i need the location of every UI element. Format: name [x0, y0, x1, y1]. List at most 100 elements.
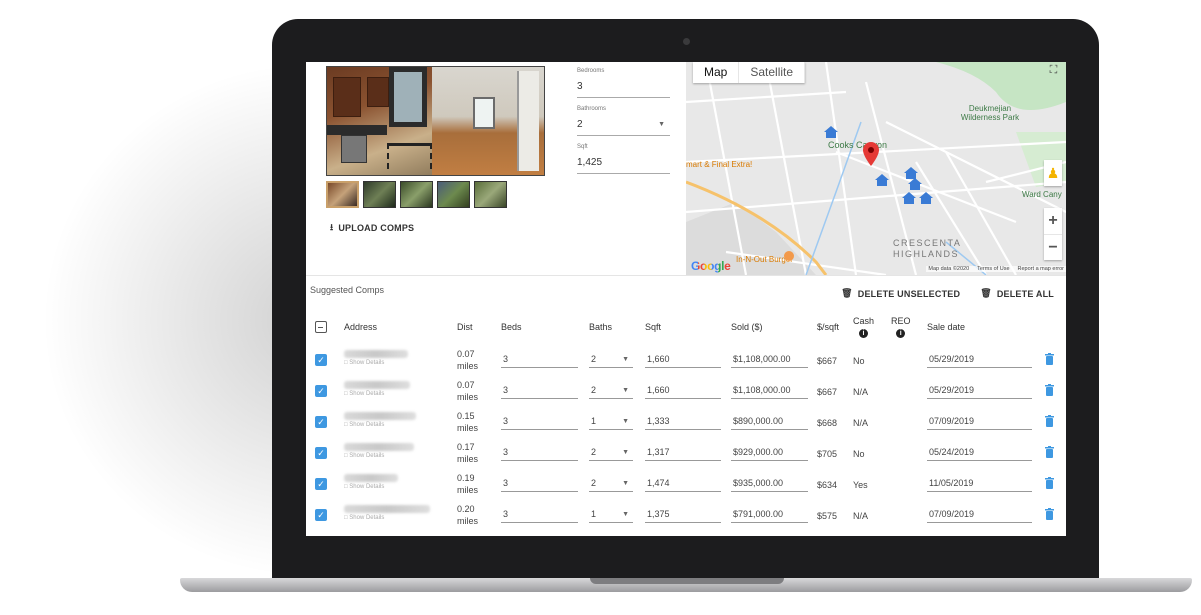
beds-input[interactable]: 3 — [501, 382, 578, 399]
terms-link[interactable]: Terms of Use — [977, 266, 1009, 272]
bedrooms-value[interactable]: 3 — [577, 76, 670, 98]
baths-select[interactable]: 2 ▼ — [589, 475, 633, 492]
delete-row-icon[interactable] — [1045, 477, 1054, 489]
baths-select[interactable]: 2 ▼ — [589, 382, 633, 399]
col-reo: REO i — [891, 316, 911, 338]
show-details-link[interactable]: □ Show Details — [344, 453, 384, 459]
section-divider — [306, 275, 1066, 276]
select-all-checkbox[interactable] — [315, 321, 327, 333]
row-checkbox[interactable]: ✓ — [315, 478, 327, 490]
fullscreen-icon[interactable]: ⛶ — [1045, 62, 1062, 79]
baths-value: 2 — [591, 385, 597, 395]
sold-input[interactable]: $1,108,000.00 — [731, 351, 808, 368]
sale-date-input[interactable]: 05/24/2019 — [927, 444, 1032, 461]
dist-unit: miles — [457, 516, 479, 526]
dist-number: 0.17 — [457, 442, 475, 452]
comp-home-icon — [902, 192, 916, 204]
bathrooms-select[interactable]: 2 ▼ — [577, 114, 670, 136]
sale-date-input[interactable]: 05/29/2019 — [927, 351, 1032, 368]
sold-input[interactable]: $935,000.00 — [731, 475, 808, 492]
dist-value: 0.15 miles — [457, 410, 478, 434]
sqft-field[interactable]: Sqft 1,425 — [577, 142, 670, 174]
delete-all-label: DELETE ALL — [996, 288, 1054, 299]
stage: ⭳ UPLOAD COMPS Bedrooms 3 Bathrooms 2 ▼ S… — [0, 0, 1201, 615]
delete-row-icon[interactable] — [1045, 415, 1054, 427]
delete-row-icon[interactable] — [1045, 446, 1054, 458]
photo-thumbnails — [326, 181, 507, 208]
show-details-link[interactable]: □ Show Details — [344, 391, 384, 397]
sale-date-input[interactable]: 07/09/2019 — [927, 413, 1032, 430]
cash-value: Yes — [853, 480, 868, 490]
thumbnail-1[interactable] — [326, 181, 359, 208]
zoom-out-button[interactable]: − — [1044, 235, 1062, 261]
show-details-link[interactable]: □ Show Details — [344, 360, 384, 366]
show-details-link[interactable]: □ Show Details — [344, 484, 384, 490]
dist-value: 0.07 miles — [457, 348, 478, 372]
row-checkbox[interactable]: ✓ — [315, 447, 327, 459]
delete-row-icon[interactable] — [1045, 353, 1054, 365]
caret-down-icon: ▼ — [622, 480, 629, 487]
caret-down-icon: ▼ — [622, 387, 629, 394]
main-property-photo[interactable] — [326, 66, 545, 176]
baths-select[interactable]: 1 ▼ — [589, 506, 633, 523]
thumbnail-3[interactable] — [400, 181, 433, 208]
cash-value: No — [853, 356, 865, 366]
delete-row-icon[interactable] — [1045, 384, 1054, 396]
sale-date-input[interactable]: 07/09/2019 — [927, 506, 1032, 523]
sold-input[interactable]: $1,108,000.00 — [731, 382, 808, 399]
bathrooms-field[interactable]: Bathrooms 2 ▼ — [577, 104, 670, 136]
row-checkbox[interactable]: ✓ — [315, 354, 327, 366]
thumbnail-4[interactable] — [437, 181, 470, 208]
sold-input[interactable]: $791,000.00 — [731, 506, 808, 523]
ppsf-value: $668 — [817, 418, 838, 428]
sqft-input[interactable]: 1,333 — [645, 413, 721, 430]
sqft-input[interactable]: 1,660 — [645, 382, 721, 399]
beds-input[interactable]: 3 — [501, 444, 578, 461]
delete-unselected-button[interactable]: 🗑 DELETE UNSELECTED — [841, 288, 960, 299]
sold-input[interactable]: $890,000.00 — [731, 413, 808, 430]
baths-select[interactable]: 2 ▼ — [589, 351, 633, 368]
baths-select[interactable]: 2 ▼ — [589, 444, 633, 461]
sale-date-input[interactable]: 11/05/2019 — [927, 475, 1032, 492]
pegman-icon[interactable]: ♟ — [1044, 160, 1062, 186]
row-checkbox[interactable]: ✓ — [315, 509, 327, 521]
bedrooms-field[interactable]: Bedrooms 3 — [577, 66, 670, 98]
dist-unit: miles — [457, 423, 479, 433]
beds-input[interactable]: 3 — [501, 475, 578, 492]
beds-input[interactable]: 3 — [501, 413, 578, 430]
tab-map[interactable]: Map — [693, 62, 740, 83]
upload-comps-button[interactable]: ⭳ UPLOAD COMPS — [330, 220, 414, 236]
delete-all-button[interactable]: 🗑 DELETE ALL — [980, 288, 1054, 299]
col-sale-date: Sale date — [927, 322, 966, 332]
map-label-park: Deukmejian Wilderness Park — [960, 104, 1020, 122]
col-dist: Dist — [457, 322, 473, 332]
delete-row-icon[interactable] — [1045, 508, 1054, 520]
map[interactable]: Deukmejian Wilderness Park Cooks Canyon … — [686, 62, 1066, 275]
sold-input[interactable]: $929,000.00 — [731, 444, 808, 461]
tab-satellite[interactable]: Satellite — [739, 62, 806, 83]
map-pin-icon — [863, 142, 879, 166]
info-icon[interactable]: i — [896, 329, 906, 338]
zoom-in-button[interactable]: + — [1044, 208, 1062, 234]
dist-unit: miles — [457, 454, 479, 464]
sqft-input[interactable]: 1,660 — [645, 351, 721, 368]
dist-number: 0.07 — [457, 380, 475, 390]
info-icon[interactable]: i — [859, 329, 868, 338]
beds-input[interactable]: 3 — [501, 351, 578, 368]
baths-select[interactable]: 1 ▼ — [589, 413, 633, 430]
sqft-input[interactable]: 1,375 — [645, 506, 721, 523]
sqft-value[interactable]: 1,425 — [577, 152, 670, 174]
dist-value: 0.20 miles — [457, 503, 478, 527]
sqft-input[interactable]: 1,474 — [645, 475, 721, 492]
row-checkbox[interactable]: ✓ — [315, 416, 327, 428]
report-error-link[interactable]: Report a map error — [1018, 266, 1064, 272]
thumbnail-2[interactable] — [363, 181, 396, 208]
thumbnail-5[interactable] — [474, 181, 507, 208]
beds-input[interactable]: 3 — [501, 506, 578, 523]
row-checkbox[interactable]: ✓ — [315, 385, 327, 397]
sqft-input[interactable]: 1,317 — [645, 444, 721, 461]
show-details-link[interactable]: □ Show Details — [344, 515, 384, 521]
google-logo-text: Google — [691, 259, 731, 273]
sale-date-input[interactable]: 05/29/2019 — [927, 382, 1032, 399]
show-details-link[interactable]: □ Show Details — [344, 422, 384, 428]
